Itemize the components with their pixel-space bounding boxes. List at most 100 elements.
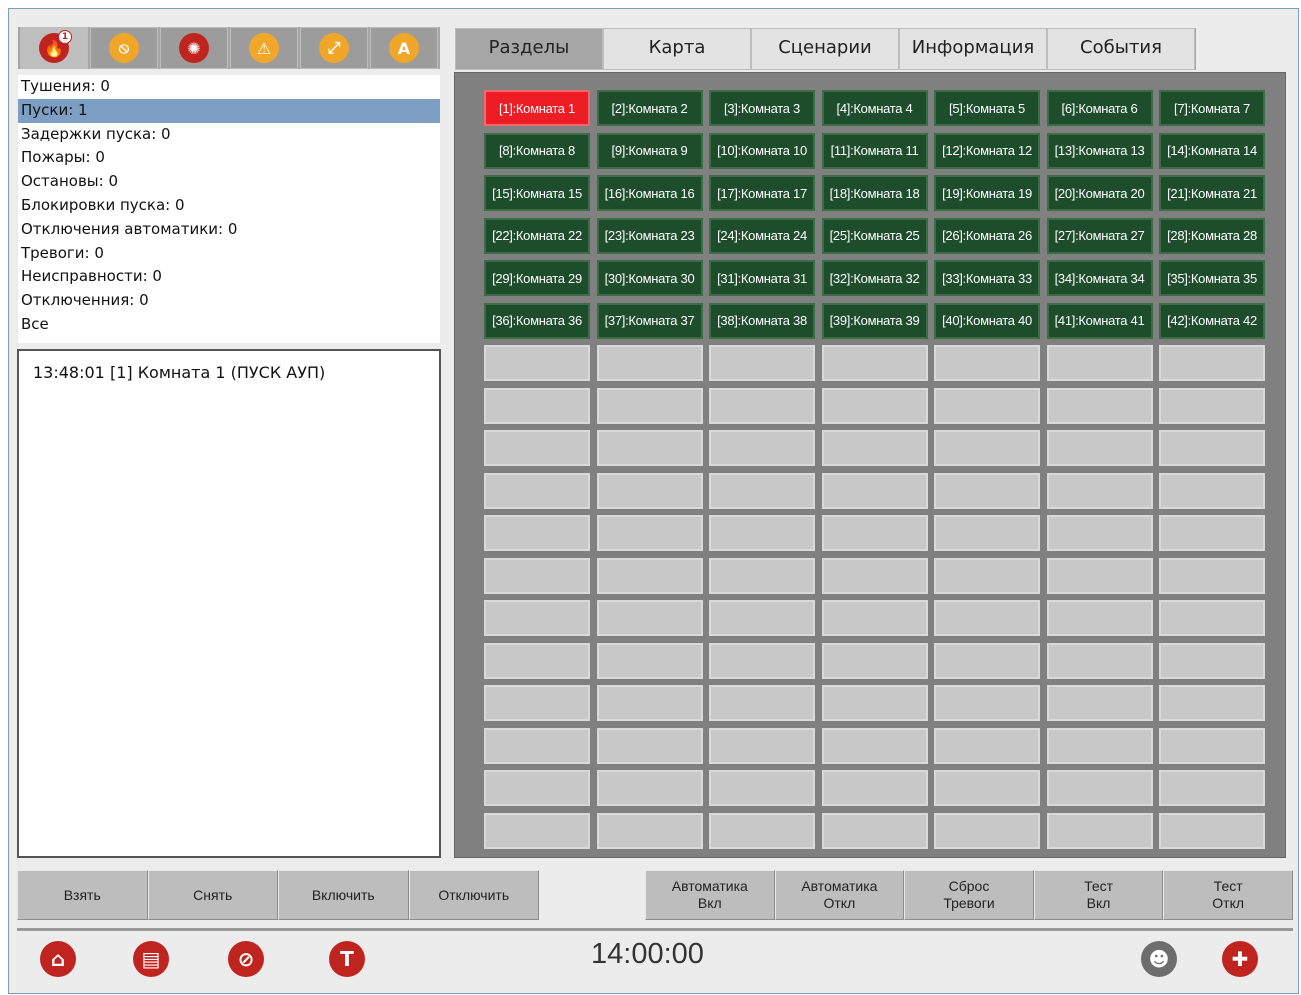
- section-tile[interactable]: [38]:Комната 38: [709, 302, 815, 339]
- fire-filter-button[interactable]: 🔥 1: [20, 27, 88, 69]
- section-tile[interactable]: [40]:Комната 40: [934, 302, 1040, 339]
- section-tile[interactable]: [13]:Комната 13: [1046, 132, 1153, 169]
- counter-item[interactable]: Блокировки пуска: 0: [18, 194, 440, 218]
- counter-item[interactable]: Задержки пуска: 0: [18, 123, 440, 147]
- empty-section-slot: [484, 557, 590, 594]
- section-tile[interactable]: [18]:Комната 18: [821, 175, 928, 211]
- counter-item[interactable]: Все: [18, 313, 440, 337]
- warning-icon: ⚠: [249, 33, 279, 63]
- section-tile[interactable]: [21]:Комната 21: [1159, 175, 1265, 211]
- section-tile[interactable]: [24]:Комната 24: [709, 217, 815, 254]
- counter-item[interactable]: Пуски: 1: [18, 98, 440, 123]
- section-tile[interactable]: [28]:Комната 28: [1159, 217, 1265, 254]
- counter-item[interactable]: Тушения: 0: [18, 75, 440, 99]
- section-tile[interactable]: [30]:Комната 30: [596, 260, 703, 296]
- warning-filter-button[interactable]: ⚠: [230, 27, 298, 69]
- tab-1[interactable]: Карта: [603, 28, 751, 70]
- section-tile[interactable]: [9]:Комната 9: [596, 132, 703, 169]
- section-tile[interactable]: [34]:Комната 34: [1046, 260, 1153, 296]
- section-tile[interactable]: [19]:Комната 19: [934, 175, 1040, 211]
- status-icon-bar: 🔥 1 ⦸ ✺ ⚠ ⤢ A: [18, 27, 440, 69]
- section-tile[interactable]: [29]:Комната 29: [484, 260, 590, 296]
- users-icon[interactable]: ☻: [1141, 941, 1177, 977]
- tab-3[interactable]: Информация: [899, 28, 1047, 70]
- automation-button-4[interactable]: Тест Откл: [1163, 870, 1293, 920]
- button-3[interactable]: Отключить: [408, 870, 539, 920]
- section-tile[interactable]: [36]:Комната 36: [484, 302, 590, 339]
- sound-off-icon[interactable]: ⊘: [228, 941, 264, 977]
- automation-button-1[interactable]: Автоматика Откл: [774, 870, 905, 920]
- lifebuoy-icon[interactable]: ✚: [1222, 941, 1258, 977]
- counter-item[interactable]: Отключенния: 0: [18, 289, 440, 313]
- section-tile[interactable]: [5]:Комната 5: [934, 90, 1040, 126]
- counter-item[interactable]: Пожары: 0: [18, 146, 440, 170]
- disconnect-filter-button[interactable]: ⤢: [300, 27, 368, 69]
- section-tile[interactable]: [42]:Комната 42: [1159, 302, 1265, 339]
- empty-section-slot: [821, 345, 928, 381]
- stop-icon[interactable]: T: [329, 941, 365, 977]
- tab-4[interactable]: События: [1047, 28, 1195, 70]
- counter-item[interactable]: Отключения автоматики: 0: [18, 218, 440, 242]
- empty-section-slot: [484, 387, 590, 424]
- section-tile[interactable]: [16]:Комната 16: [596, 175, 703, 211]
- no-entry-filter-button[interactable]: ⦸: [90, 27, 158, 69]
- counter-item[interactable]: Тревоги: 0: [18, 242, 440, 266]
- sections-grid: [1]:Комната 1 [2]:Комната 2 [3]:Комната 3[…: [484, 90, 1265, 849]
- section-tile[interactable]: [1]:Комната 1: [484, 90, 590, 126]
- empty-section-slot: [709, 770, 815, 806]
- home-icon[interactable]: ⌂: [40, 941, 76, 977]
- button-1[interactable]: Снять: [147, 870, 278, 920]
- section-tile[interactable]: [3]:Комната 3: [709, 90, 815, 126]
- section-tile[interactable]: [4]:Комната 4: [821, 90, 928, 126]
- no-entry-icon: ⦸: [109, 33, 139, 63]
- section-tile[interactable]: [10]:Комната 10: [709, 132, 815, 169]
- section-tile[interactable]: [27]:Комната 27: [1046, 217, 1153, 254]
- section-tile[interactable]: [8]:Комната 8: [484, 132, 590, 169]
- button-2[interactable]: Включить: [278, 870, 409, 920]
- section-tile[interactable]: [14]:Комната 14: [1159, 132, 1265, 169]
- section-tile[interactable]: [7]:Комната 7: [1159, 90, 1265, 126]
- section-tile[interactable]: [2]:Комната 2: [596, 90, 703, 126]
- section-tile[interactable]: [35]:Комната 35: [1159, 260, 1265, 296]
- disconnect-icon: ⤢: [319, 33, 349, 63]
- section-tile[interactable]: [22]:Комната 22: [484, 217, 590, 254]
- tab-2[interactable]: Сценарии: [751, 28, 899, 70]
- automation-button-3[interactable]: Тест Вкл: [1033, 870, 1164, 920]
- section-tile[interactable]: [20]:Комната 20: [1046, 175, 1153, 211]
- empty-section-slot: [1046, 685, 1153, 721]
- clipboard-icon[interactable]: ▤: [133, 941, 169, 977]
- section-tile[interactable]: [25]:Комната 25: [821, 217, 928, 254]
- tab-0[interactable]: Разделы: [455, 28, 603, 70]
- empty-section-slot: [709, 685, 815, 721]
- automation-button-0[interactable]: Автоматика Вкл: [645, 870, 775, 920]
- section-tile[interactable]: [15]:Комната 15: [484, 175, 590, 211]
- section-tile[interactable]: [26]:Комната 26: [934, 217, 1040, 254]
- siren-filter-button[interactable]: ✺: [160, 27, 228, 69]
- sections-panel: [1]:Комната 1 [2]:Комната 2 [3]:Комната 3[…: [454, 72, 1286, 858]
- count-badge: 1: [58, 30, 72, 44]
- auto-off-filter-button[interactable]: A: [370, 27, 438, 69]
- section-tile[interactable]: [17]:Комната 17: [709, 175, 815, 211]
- counter-item[interactable]: Неисправности: 0: [18, 265, 440, 289]
- empty-section-slot: [821, 430, 928, 466]
- section-tile[interactable]: [32]:Комната 32: [821, 260, 928, 296]
- section-tile[interactable]: [23]:Комната 23: [596, 217, 703, 254]
- counter-item[interactable]: Остановы: 0: [18, 170, 440, 194]
- section-tile[interactable]: [33]:Комната 33: [934, 260, 1040, 296]
- section-tile[interactable]: [39]:Комната 39: [821, 302, 928, 339]
- empty-section-slot: [1159, 387, 1265, 424]
- empty-section-slot: [596, 770, 703, 806]
- section-tile[interactable]: [41]:Комната 41: [1046, 302, 1153, 339]
- section-tile[interactable]: [31]:Комната 31: [709, 260, 815, 296]
- button-0[interactable]: Взять: [17, 870, 148, 920]
- section-tile[interactable]: [12]:Комната 12: [934, 132, 1040, 169]
- empty-section-slot: [1046, 600, 1153, 636]
- tab-bar: Разделы Карта Сценарии Информация События: [455, 28, 1196, 70]
- empty-section-slot: [821, 472, 928, 509]
- log-entry[interactable]: 13:48:01 [1] Комната 1 (ПУСК АУП): [19, 351, 439, 382]
- empty-section-slot: [1046, 430, 1153, 466]
- section-tile[interactable]: [6]:Комната 6: [1046, 90, 1153, 126]
- section-tile[interactable]: [11]:Комната 11: [821, 132, 928, 169]
- section-tile[interactable]: [37]:Комната 37: [596, 302, 703, 339]
- automation-button-2[interactable]: Сброс Тревоги: [904, 870, 1034, 920]
